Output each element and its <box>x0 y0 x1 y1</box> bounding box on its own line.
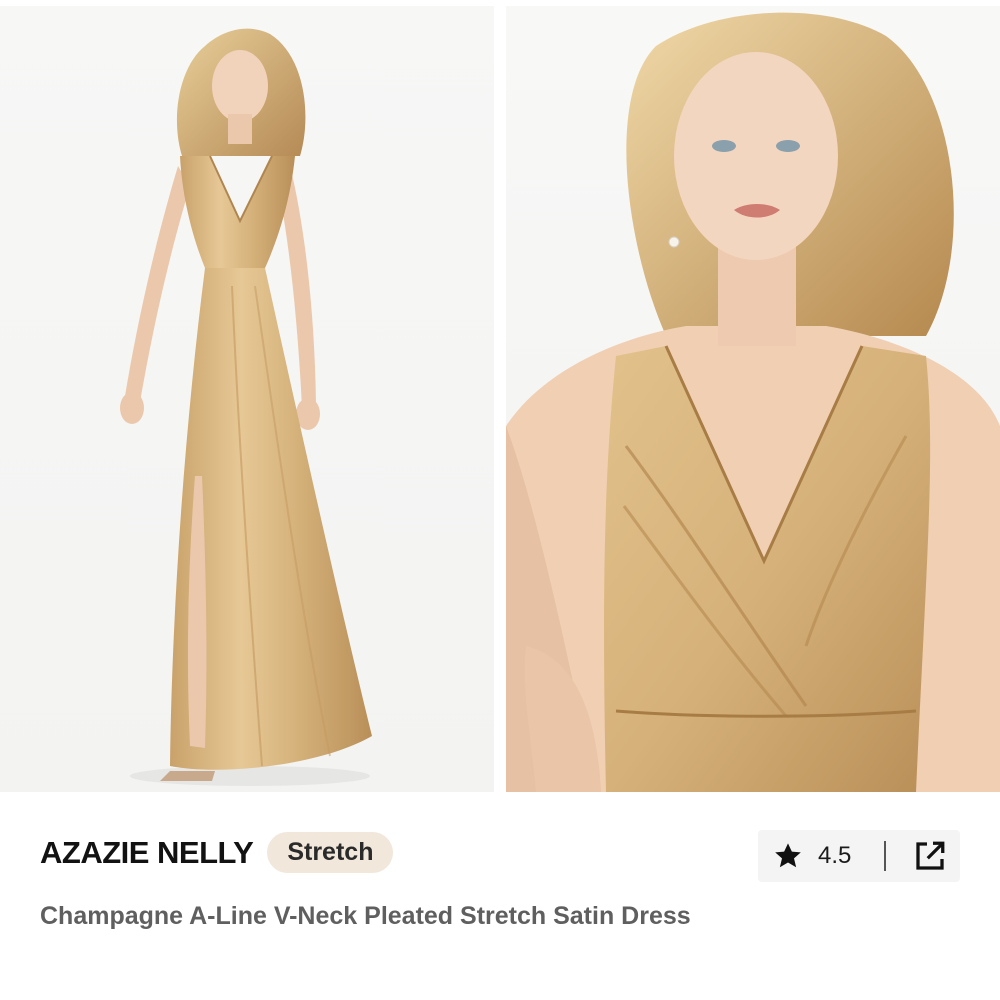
closeup-model-image <box>506 12 1000 792</box>
product-photo-full-length[interactable] <box>0 6 494 792</box>
divider <box>884 841 886 871</box>
external-link-icon[interactable] <box>912 838 948 874</box>
rating-value: 4.5 <box>818 842 852 869</box>
product-photo-closeup[interactable] <box>506 6 1000 792</box>
product-description[interactable]: Champagne A-Line V-Neck Pleated Stretch … <box>40 896 720 936</box>
product-brand-name[interactable]: AZAZIE NELLY <box>40 835 254 871</box>
title-row: AZAZIE NELLY Stretch <box>40 832 394 873</box>
rating-share-bar: 4.5 <box>758 830 960 882</box>
product-card: AZAZIE NELLY Stretch 4.5 Champagne A-Lin… <box>0 0 1000 1000</box>
star-icon <box>775 843 801 868</box>
stretch-badge: Stretch <box>267 832 394 873</box>
full-length-model-image <box>120 28 372 786</box>
product-gallery <box>0 0 1000 792</box>
product-info: AZAZIE NELLY Stretch 4.5 Champagne A-Lin… <box>0 800 1000 1000</box>
